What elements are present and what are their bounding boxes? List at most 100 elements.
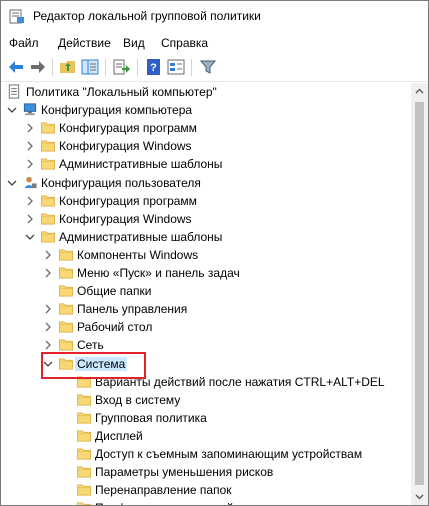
folder-icon bbox=[41, 122, 55, 134]
chevron-right-icon[interactable] bbox=[24, 194, 36, 208]
tree-item-label: Конфигурация пользователя bbox=[41, 176, 201, 190]
tree-item-label: Перенаправление папок bbox=[95, 483, 232, 497]
chevron-right-icon[interactable] bbox=[42, 248, 54, 262]
tree-item[interactable]: Панель управления bbox=[2, 300, 412, 318]
folder-icon bbox=[77, 466, 91, 478]
title-bar[interactable]: Редактор локальной групповой политики bbox=[1, 1, 428, 31]
folder-icon bbox=[41, 231, 55, 243]
help-icon[interactable]: ? bbox=[145, 58, 163, 76]
tree-item[interactable]: Административные шаблоны bbox=[2, 155, 412, 173]
scroll-down-icon[interactable] bbox=[411, 488, 428, 505]
folder-icon bbox=[59, 358, 73, 370]
tree-item[interactable]: Конфигурация программ bbox=[2, 119, 412, 137]
chevron-down-icon[interactable] bbox=[6, 176, 18, 190]
forward-icon[interactable] bbox=[29, 58, 47, 76]
folder-icon bbox=[77, 484, 91, 496]
folder-icon bbox=[77, 412, 91, 424]
toolbar-separator bbox=[137, 59, 138, 76]
chevron-right-icon[interactable] bbox=[24, 121, 36, 135]
tree-item-label: Конфигурация программ bbox=[59, 194, 197, 208]
menu-action[interactable]: Действие bbox=[58, 36, 111, 50]
tree-item-label: Политика "Локальный компьютер" bbox=[26, 85, 217, 99]
tree-item[interactable]: Конфигурация пользователя bbox=[2, 174, 412, 192]
menu-view[interactable]: Вид bbox=[123, 36, 145, 50]
menu-file[interactable]: Файл bbox=[9, 36, 39, 50]
tree-item-label: Параметры уменьшения рисков bbox=[95, 465, 274, 479]
tree-item-label: Рабочий стол bbox=[77, 320, 153, 334]
properties-view-icon[interactable] bbox=[167, 58, 185, 76]
tree-item-label: Доступ к съемным запоминающим устройства… bbox=[95, 447, 363, 461]
folder-icon bbox=[59, 285, 73, 297]
tree-item[interactable]: Рабочий стол bbox=[2, 318, 412, 336]
vertical-scrollbar[interactable] bbox=[411, 83, 428, 505]
folder-icon bbox=[77, 394, 91, 406]
menu-help[interactable]: Справка bbox=[161, 36, 208, 50]
tree-item[interactable]: Доступ к съемным запоминающим устройства… bbox=[2, 445, 412, 463]
tree-item-label: Конфигурация компьютера bbox=[41, 103, 193, 117]
tree-item-label: Административные шаблоны bbox=[59, 230, 223, 244]
toolbar: ? bbox=[1, 55, 428, 82]
menu-bar: Файл Действие Вид Справка bbox=[1, 33, 428, 53]
tree-item[interactable]: Сеть bbox=[2, 336, 412, 354]
tree-item-label: Общие папки bbox=[77, 284, 152, 298]
tree-item[interactable]: Система bbox=[2, 355, 412, 373]
tree-item[interactable]: Профили пользователей bbox=[2, 499, 412, 505]
tree-item-label: Система bbox=[75, 357, 128, 371]
tree-item[interactable]: Дисплей bbox=[2, 427, 412, 445]
tree-item[interactable]: Вход в систему bbox=[2, 391, 412, 409]
tree-item[interactable]: Перенаправление папок bbox=[2, 481, 412, 499]
back-icon[interactable] bbox=[7, 58, 25, 76]
toolbar-separator bbox=[191, 59, 192, 76]
tree-item-label: Конфигурация Windows bbox=[59, 139, 192, 153]
scrollbar-thumb[interactable] bbox=[415, 102, 424, 485]
tree-item-label: Сеть bbox=[77, 338, 104, 352]
folder-icon bbox=[77, 376, 91, 388]
computer-icon bbox=[23, 103, 37, 116]
chevron-right-icon[interactable] bbox=[24, 139, 36, 153]
policy-tree[interactable]: Политика "Локальный компьютер" Конфигурац… bbox=[2, 83, 412, 505]
user-icon bbox=[24, 176, 37, 189]
tree-item[interactable]: Конфигурация компьютера bbox=[2, 101, 412, 119]
chevron-right-icon[interactable] bbox=[42, 338, 54, 352]
tree-item[interactable]: Общие папки bbox=[2, 282, 412, 300]
tree-item[interactable]: Конфигурация Windows bbox=[2, 210, 412, 228]
up-folder-icon[interactable] bbox=[59, 58, 77, 76]
folder-icon bbox=[41, 195, 55, 207]
tree-item[interactable]: Конфигурация программ bbox=[2, 192, 412, 210]
tree-item[interactable]: Групповая политика bbox=[2, 409, 412, 427]
tree-item[interactable]: Меню «Пуск» и панель задач bbox=[2, 264, 412, 282]
chevron-down-icon[interactable] bbox=[42, 357, 54, 371]
folder-icon bbox=[41, 158, 55, 170]
tree-item[interactable]: Конфигурация Windows bbox=[2, 137, 412, 155]
chevron-right-icon[interactable] bbox=[42, 302, 54, 316]
chevron-right-icon[interactable] bbox=[24, 157, 36, 171]
policy-doc-icon bbox=[8, 84, 20, 99]
tree-item-label: Варианты действий после нажатия CTRL+ALT… bbox=[95, 375, 385, 389]
show-hide-tree-icon[interactable] bbox=[81, 58, 99, 76]
tree-item[interactable]: Политика "Локальный компьютер" bbox=[2, 83, 412, 101]
tree-item-label: Дисплей bbox=[95, 429, 143, 443]
gpedit-app-icon bbox=[9, 9, 24, 24]
toolbar-separator bbox=[105, 59, 106, 76]
folder-icon bbox=[59, 249, 73, 261]
chevron-right-icon[interactable] bbox=[42, 320, 54, 334]
chevron-down-icon[interactable] bbox=[6, 103, 18, 117]
tree-item[interactable]: Компоненты Windows bbox=[2, 246, 412, 264]
chevron-down-icon[interactable] bbox=[24, 230, 36, 244]
tree-item[interactable]: Параметры уменьшения рисков bbox=[2, 463, 412, 481]
tree-item-label: Компоненты Windows bbox=[77, 248, 199, 262]
tree-item-label: Конфигурация Windows bbox=[59, 212, 192, 226]
filter-icon[interactable] bbox=[199, 58, 217, 76]
chevron-right-icon[interactable] bbox=[24, 212, 36, 226]
tree-item[interactable]: Административные шаблоны bbox=[2, 228, 412, 246]
scroll-up-icon[interactable] bbox=[411, 83, 428, 100]
chevron-right-icon[interactable] bbox=[42, 266, 54, 280]
export-list-icon[interactable] bbox=[113, 58, 131, 76]
tree-item-label: Панель управления bbox=[77, 302, 188, 316]
gpedit-window: Редактор локальной групповой политики Фа… bbox=[0, 0, 429, 506]
tree-item[interactable]: Варианты действий после нажатия CTRL+ALT… bbox=[2, 373, 412, 391]
window-title: Редактор локальной групповой политики bbox=[33, 9, 261, 23]
folder-icon bbox=[59, 267, 73, 279]
tree-item-label: Вход в систему bbox=[95, 393, 181, 407]
tree-item-label: Административные шаблоны bbox=[59, 157, 223, 171]
